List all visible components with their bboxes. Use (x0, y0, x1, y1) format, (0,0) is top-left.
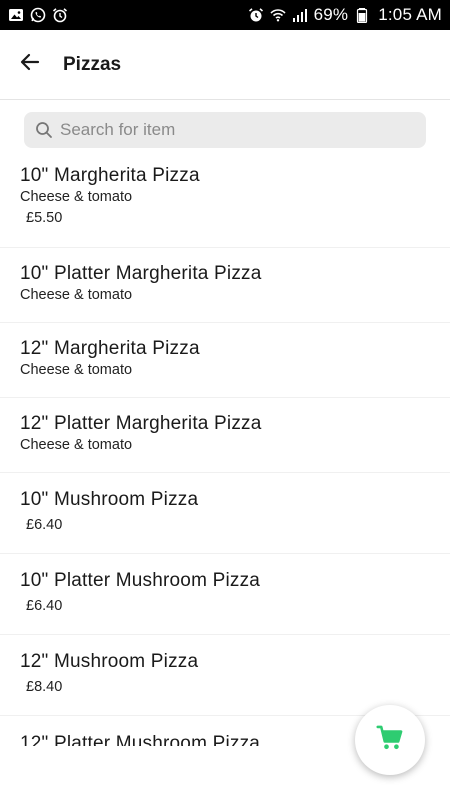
back-button[interactable] (0, 30, 60, 100)
item-name: 12" Platter Margherita Pizza (20, 413, 262, 434)
list-item[interactable]: 10" Platter Mushroom Pizza £6.40 (0, 554, 450, 635)
search-input[interactable] (60, 120, 400, 140)
item-description: Cheese & tomato (20, 287, 133, 303)
list-item[interactable]: 12" Margherita Pizza Cheese & tomato (0, 323, 450, 398)
battery-percent: 69% (313, 5, 349, 24)
status-bar: 69% 1:05 AM (0, 0, 450, 30)
page-title: Pizzas (63, 53, 122, 75)
alarm-icon (248, 7, 264, 23)
item-name: 10" Platter Mushroom Pizza (20, 570, 261, 591)
search-icon (34, 120, 54, 140)
item-description: Cheese & tomato (20, 437, 133, 453)
search-bar[interactable] (24, 112, 426, 148)
item-name: 10" Platter Margherita Pizza (20, 263, 262, 284)
arrow-back-icon (18, 50, 42, 79)
status-right: 69% 1:05 AM (248, 5, 442, 25)
wifi-icon (270, 7, 286, 23)
signal-icon (292, 7, 308, 23)
app-bar: Pizzas (0, 30, 450, 100)
item-name: 12" Mushroom Pizza (20, 651, 199, 672)
item-list: 10" Margherita Pizza Cheese & tomato £5.… (0, 150, 450, 746)
item-description: Cheese & tomato (20, 189, 133, 205)
cart-icon (376, 724, 404, 757)
whatsapp-icon (30, 7, 46, 23)
list-item[interactable]: 12" Mushroom Pizza £8.40 (0, 635, 450, 716)
item-name: 10" Margherita Pizza (20, 165, 200, 186)
item-price: £5.50 (26, 210, 63, 226)
battery-icon (354, 7, 370, 23)
list-item[interactable]: 12" Platter Margherita Pizza Cheese & to… (0, 398, 450, 473)
alarm-icon (52, 7, 68, 23)
item-price: £6.40 (26, 598, 63, 614)
clock: 1:05 AM (378, 5, 442, 24)
item-name: 10" Mushroom Pizza (20, 489, 199, 510)
cart-button[interactable] (355, 705, 425, 775)
list-item[interactable]: 10" Margherita Pizza Cheese & tomato £5.… (0, 150, 450, 248)
status-left (8, 7, 68, 23)
item-description: Cheese & tomato (20, 362, 133, 378)
item-name: 12" Margherita Pizza (20, 338, 200, 359)
list-item[interactable]: 10" Mushroom Pizza £6.40 (0, 473, 450, 554)
item-price: £6.40 (26, 517, 63, 533)
image-icon (8, 7, 24, 23)
list-item[interactable]: 10" Platter Margherita Pizza Cheese & to… (0, 248, 450, 323)
item-price: £8.40 (26, 679, 63, 695)
